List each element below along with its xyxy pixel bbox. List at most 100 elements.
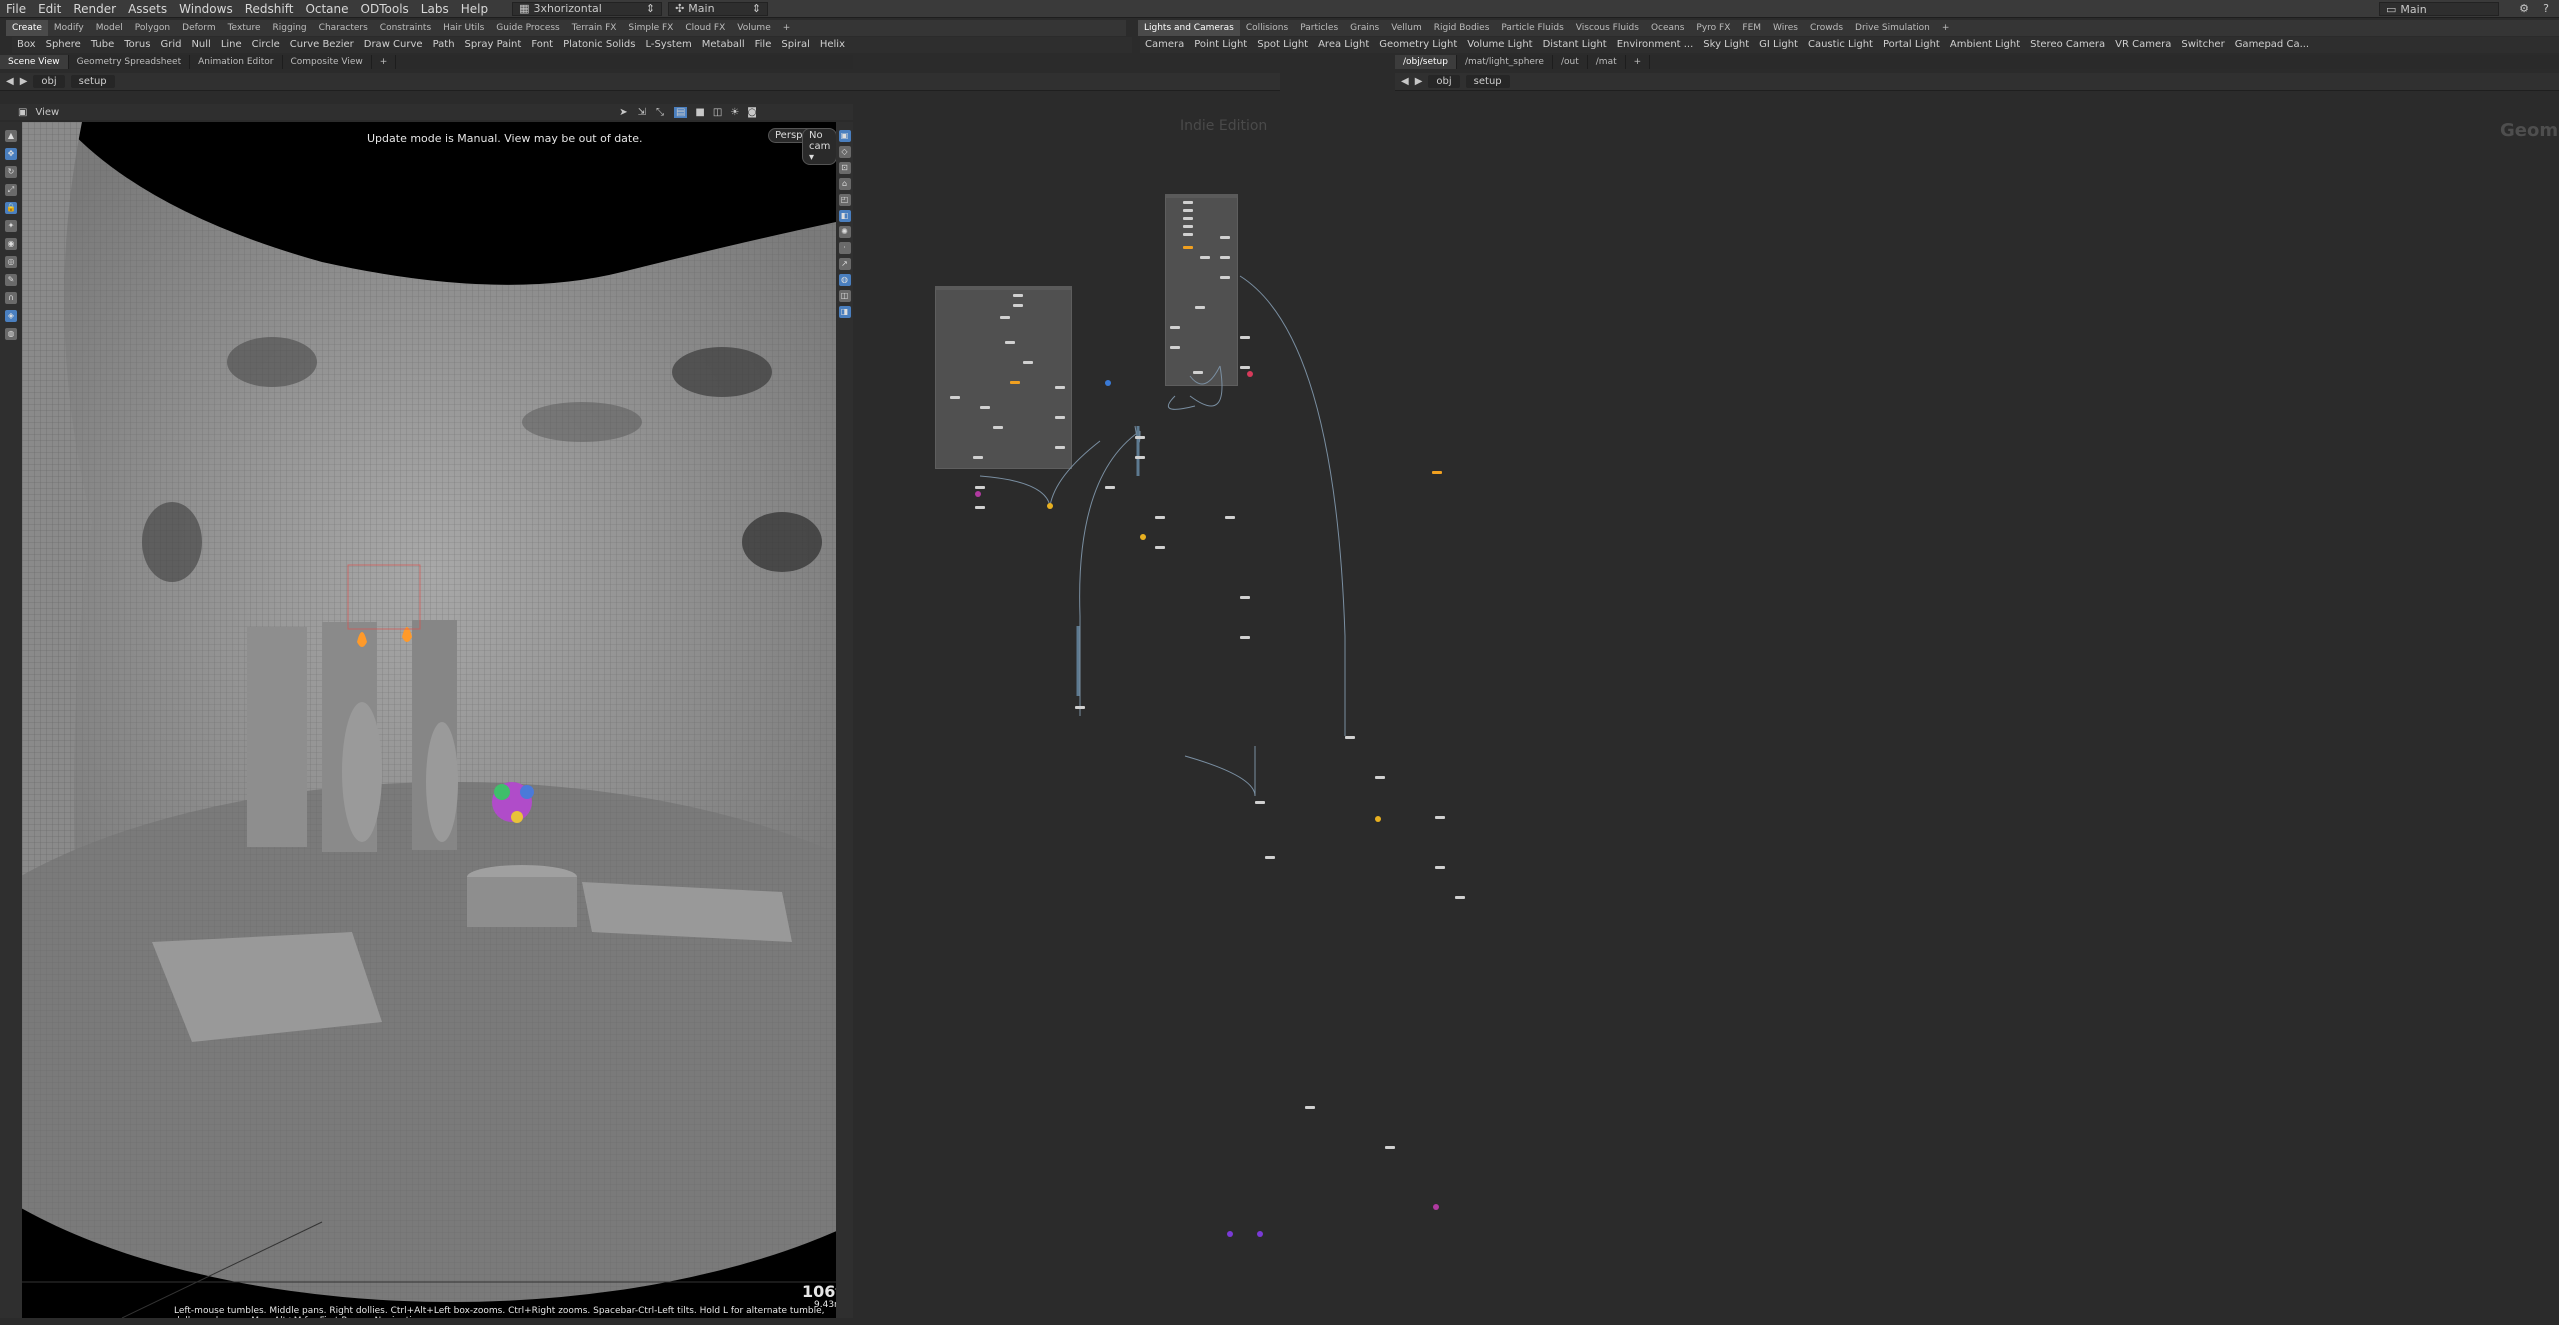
menu-edit[interactable]: Edit (32, 0, 67, 18)
camera-button[interactable]: No cam ▾ (802, 128, 836, 165)
shelf-tab-oceans[interactable]: Oceans (1645, 20, 1690, 36)
shelf-tab-hair-utils[interactable]: Hair Utils (437, 20, 490, 36)
node[interactable] (1005, 341, 1015, 344)
node[interactable] (1183, 201, 1193, 204)
tool-box[interactable]: Box (12, 37, 41, 53)
add-shelf-tab-icon[interactable]: + (1936, 20, 1956, 36)
rotate-tool-icon[interactable]: ↻ (5, 166, 17, 178)
shelf-tab-texture[interactable]: Texture (222, 20, 267, 36)
tab-mat[interactable]: /mat (1588, 55, 1626, 69)
tool-sphere[interactable]: Sphere (41, 37, 86, 53)
output-dot[interactable] (1047, 503, 1053, 509)
shelf-tab-create[interactable]: Create (6, 20, 48, 36)
shelf-tab-wires[interactable]: Wires (1767, 20, 1804, 36)
tool-path[interactable]: Path (428, 37, 460, 53)
tool-portal-light[interactable]: Portal Light (1878, 37, 1945, 53)
tab-out[interactable]: /out (1553, 55, 1588, 69)
node[interactable] (1240, 336, 1250, 339)
forward-arrow-icon[interactable]: ▶ (1415, 76, 1423, 87)
ghost-icon[interactable]: ◫ (713, 107, 722, 118)
node[interactable] (1023, 361, 1033, 364)
node[interactable] (1170, 346, 1180, 349)
node[interactable] (1183, 225, 1193, 228)
node[interactable] (1385, 1146, 1395, 1149)
output-dot[interactable] (1375, 816, 1381, 822)
shelf-tab-crowds[interactable]: Crowds (1804, 20, 1849, 36)
output-dot[interactable] (1257, 1231, 1263, 1237)
node[interactable] (1435, 816, 1445, 819)
shelf-tab-volume[interactable]: Volume (731, 20, 776, 36)
tool-spot-light[interactable]: Spot Light (1252, 37, 1313, 53)
tool-distant-light[interactable]: Distant Light (1538, 37, 1612, 53)
node[interactable] (1240, 636, 1250, 639)
output-dot[interactable] (1247, 371, 1253, 377)
menu-windows[interactable]: Windows (173, 0, 239, 18)
shelf-tab-polygon[interactable]: Polygon (129, 20, 176, 36)
menu-assets[interactable]: Assets (122, 0, 173, 18)
node[interactable] (1075, 706, 1085, 709)
back-arrow-icon[interactable]: ◀ (6, 76, 14, 87)
node[interactable] (1195, 306, 1205, 309)
shelf-tab-viscous-fluids[interactable]: Viscous Fluids (1570, 20, 1645, 36)
lock-icon[interactable]: 🔒 (5, 202, 17, 214)
node[interactable] (1435, 866, 1445, 869)
node[interactable] (1135, 456, 1145, 459)
tab-scene-view[interactable]: Scene View (0, 55, 69, 69)
handle-icon[interactable]: ⤡ (656, 107, 664, 118)
tool-platonic-solids[interactable]: Platonic Solids (558, 37, 640, 53)
snap-tool-icon[interactable]: ◈ (5, 310, 17, 322)
shelf-tab-particle-fluids[interactable]: Particle Fluids (1495, 20, 1569, 36)
node-selected[interactable] (1183, 246, 1193, 249)
tool-gamepad-camera[interactable]: Gamepad Ca... (2230, 37, 2314, 53)
tool-torus[interactable]: Torus (119, 37, 155, 53)
shelf-tab-cloud-fx[interactable]: Cloud FX (679, 20, 731, 36)
tool-circle[interactable]: Circle (247, 37, 285, 53)
tab-animation-editor[interactable]: Animation Editor (190, 55, 283, 69)
node[interactable] (1220, 256, 1230, 259)
menu-help[interactable]: Help (455, 0, 494, 18)
move-tool-icon[interactable]: ✥ (5, 148, 17, 160)
shelf-tab-characters[interactable]: Characters (313, 20, 374, 36)
tool-point-light[interactable]: Point Light (1189, 37, 1252, 53)
network-editor[interactable]: Indie Edition Geometry (855, 96, 2559, 1325)
handle-tool-icon[interactable]: ◉ (5, 238, 17, 250)
node-selected[interactable] (1010, 381, 1020, 384)
add-shelf-tab-icon[interactable]: + (777, 20, 797, 36)
menu-octane[interactable]: Octane (299, 0, 354, 18)
select-mode-icon[interactable]: ➤ (619, 107, 627, 118)
output-dot[interactable] (1140, 534, 1146, 540)
tool-sky-light[interactable]: Sky Light (1698, 37, 1754, 53)
tool-null[interactable]: Null (186, 37, 215, 53)
normal-icon[interactable]: ↗ (838, 258, 851, 270)
display-options-icon[interactable]: ▤ (673, 106, 688, 118)
node[interactable] (1055, 386, 1065, 389)
forward-arrow-icon[interactable]: ▶ (20, 76, 28, 87)
tool-area-light[interactable]: Area Light (1313, 37, 1374, 53)
node[interactable] (1240, 596, 1250, 599)
scene-viewport[interactable]: Update mode is Manual. View may be out o… (22, 122, 836, 1318)
main-desktop-select[interactable]: ▭ Main (2379, 2, 2499, 16)
shelf-tab-model[interactable]: Model (90, 20, 129, 36)
breadcrumb-obj[interactable]: obj (33, 75, 65, 88)
shelf-tab-lights-cameras[interactable]: Lights and Cameras (1138, 20, 1240, 36)
tool-tube[interactable]: Tube (86, 37, 119, 53)
node[interactable] (973, 456, 983, 459)
node[interactable] (1155, 516, 1165, 519)
node[interactable] (1183, 233, 1193, 236)
shelf-tab-fem[interactable]: FEM (1736, 20, 1767, 36)
tool-helix[interactable]: Helix (815, 37, 850, 53)
home-view-icon[interactable]: ⌂ (838, 178, 851, 190)
breadcrumb-setup[interactable]: setup (70, 75, 115, 88)
node[interactable] (1200, 256, 1210, 259)
back-arrow-icon[interactable]: ◀ (1401, 76, 1409, 87)
node-selected[interactable] (1432, 471, 1442, 474)
tab-obj-setup[interactable]: /obj/setup (1395, 55, 1457, 69)
tool-curve-bezier[interactable]: Curve Bezier (285, 37, 359, 53)
node[interactable] (1375, 776, 1385, 779)
tool-ambient-light[interactable]: Ambient Light (1945, 37, 2025, 53)
node[interactable] (1345, 736, 1355, 739)
tool-geometry-light[interactable]: Geometry Light (1374, 37, 1462, 53)
light-icon[interactable]: ☀ (730, 107, 739, 118)
cam-tool-icon[interactable]: ◍ (5, 328, 17, 340)
node[interactable] (1055, 446, 1065, 449)
